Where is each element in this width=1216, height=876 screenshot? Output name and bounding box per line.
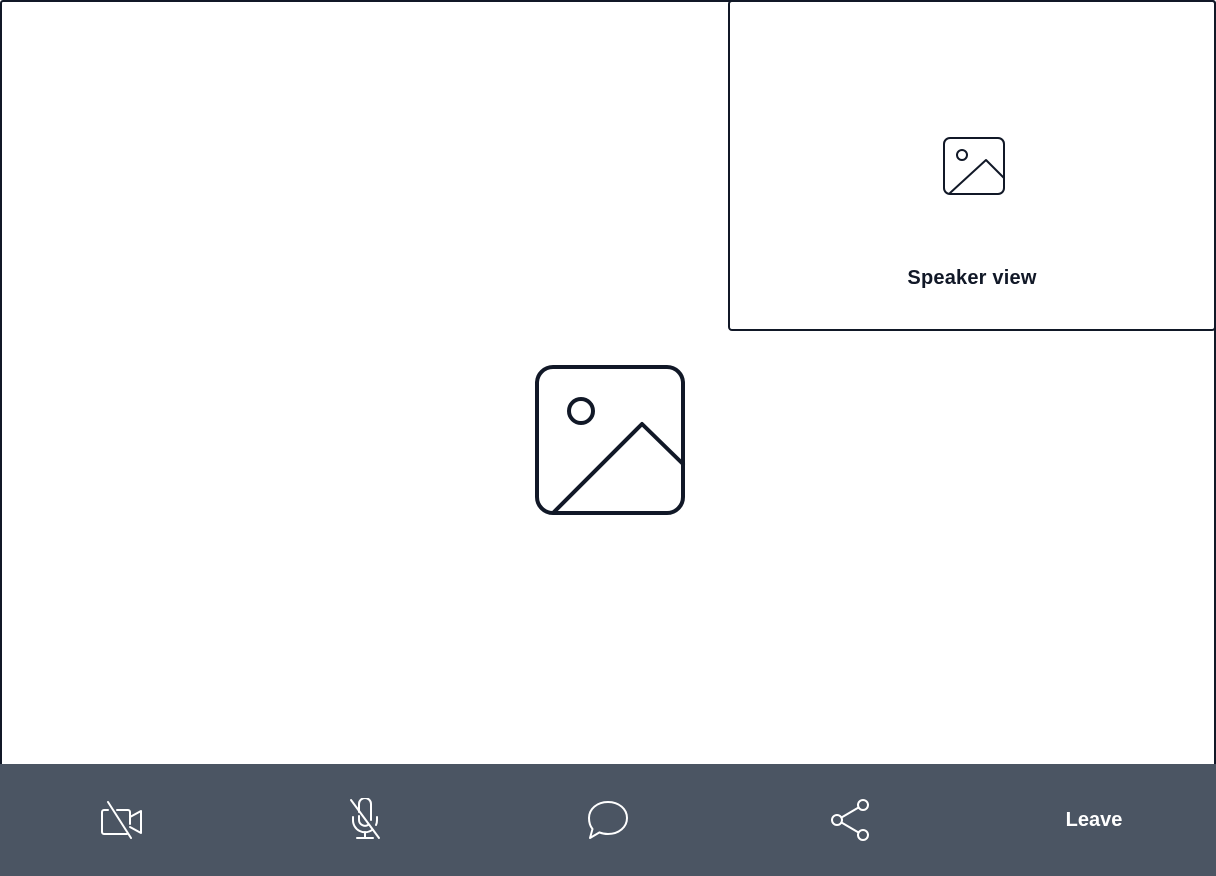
share-button[interactable] <box>791 764 911 876</box>
share-icon <box>831 799 869 841</box>
leave-label: Leave <box>1065 808 1123 831</box>
chat-button[interactable] <box>548 764 668 876</box>
toggle-camera-button[interactable] <box>62 764 182 876</box>
call-controls-toolbar: Leave <box>0 764 1216 876</box>
leave-call-button[interactable]: Leave <box>1034 764 1154 876</box>
toggle-microphone-button[interactable] <box>305 764 425 876</box>
chat-bubble-icon <box>588 801 628 839</box>
image-placeholder-icon <box>535 365 685 515</box>
speaker-view-label: Speaker view <box>907 267 1037 289</box>
mic-off-icon <box>350 798 380 839</box>
video-off-icon <box>101 801 142 839</box>
video-call-window: Speaker view Leave <box>0 0 1216 876</box>
image-placeholder-icon <box>943 137 1005 195</box>
speaker-view-tile[interactable]: Speaker view <box>728 0 1216 331</box>
